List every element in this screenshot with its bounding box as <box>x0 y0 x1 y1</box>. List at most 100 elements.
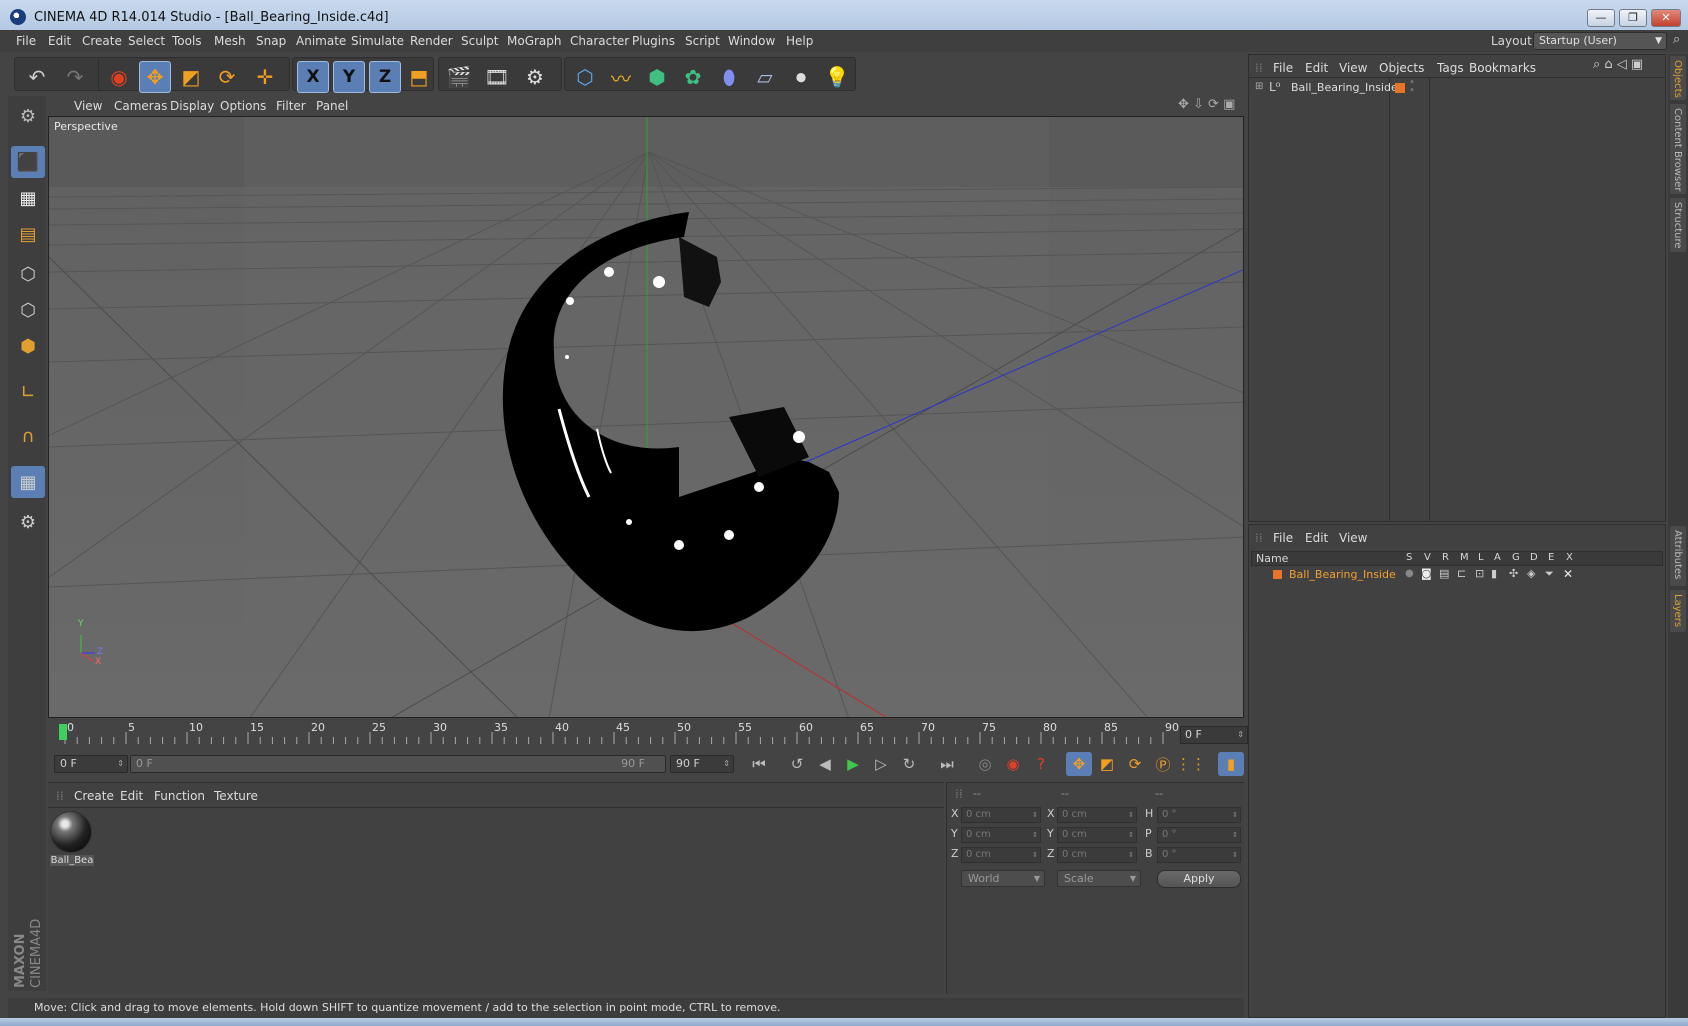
viewport-menu-filter[interactable]: Filter <box>276 99 306 113</box>
move-tool-icon[interactable]: ✥ <box>139 61 171 93</box>
deformers-toggle-icon[interactable]: ◈ <box>1527 567 1535 580</box>
render-view-icon[interactable]: 🎬 <box>443 61 475 93</box>
keyframe-selection-icon[interactable]: ? <box>1028 752 1054 776</box>
material-menu-create[interactable]: Create <box>74 789 114 803</box>
next-frame-icon[interactable]: ▷ <box>868 752 894 776</box>
solo-toggle-icon[interactable]: ● <box>1405 568 1414 579</box>
pos-y-field[interactable]: 0 cm ⇕ <box>961 827 1041 843</box>
floor-icon[interactable]: ▱ <box>749 61 781 93</box>
workplane-mode-icon[interactable]: ▤ <box>11 218 45 250</box>
record-parameter-icon[interactable]: Ⓟ <box>1150 752 1176 776</box>
object-menu-objects[interactable]: Objects <box>1379 61 1424 75</box>
column-name[interactable]: Name <box>1256 552 1288 565</box>
viewport-menu-panel[interactable]: Panel <box>316 99 348 113</box>
live-selection-icon[interactable]: ◉ <box>103 61 135 93</box>
search-icon[interactable]: ⌕ <box>1673 32 1680 47</box>
record-pla-icon[interactable]: ⋮⋮ <box>1176 752 1206 776</box>
range-slider[interactable]: 0 F 90 F <box>130 755 666 773</box>
render-picture-viewer-icon[interactable]: 🎞 <box>481 61 513 93</box>
scale-tool-icon[interactable]: ◩ <box>175 61 207 93</box>
menu-mograph[interactable]: MoGraph <box>507 34 562 48</box>
tab-objects[interactable]: Objects <box>1670 56 1686 100</box>
record-scale-icon[interactable]: ◩ <box>1094 752 1120 776</box>
viewport-menu-view[interactable]: View <box>74 99 102 113</box>
apply-button[interactable]: Apply <box>1157 870 1241 888</box>
viewport-menu-options[interactable]: Options <box>220 99 266 113</box>
layer-row[interactable]: Ball_Bearing_Inside ● ◙ ▤ ⊏ ⊡ ▮ ✣ ◈ ⏷ ✕ <box>1251 567 1663 583</box>
end-frame-field[interactable]: 90 F ⇕ <box>670 755 734 773</box>
menu-simulate[interactable]: Simulate <box>351 34 404 48</box>
rot-h-field[interactable]: 0 ° ⇕ <box>1157 807 1241 823</box>
expand-icon[interactable]: ⊞ <box>1255 81 1263 92</box>
rot-p-field[interactable]: 0 ° ⇕ <box>1157 827 1241 843</box>
record-rotation-icon[interactable]: ⟳ <box>1122 752 1148 776</box>
menu-plugins[interactable]: Plugins <box>632 34 675 48</box>
column-expressions[interactable]: E <box>1548 552 1554 563</box>
size-z-field[interactable]: 0 cm ⇕ <box>1057 847 1137 863</box>
camera-icon[interactable]: ⏺ <box>785 61 817 93</box>
go-to-start-icon[interactable]: ⏮ <box>746 752 772 776</box>
workplane-lock-icon[interactable]: ▦ <box>11 466 45 498</box>
menu-render[interactable]: Render <box>410 34 453 48</box>
viewport-menu-display[interactable]: Display <box>170 99 214 113</box>
rotate-tool-icon[interactable]: ⟳ <box>211 61 243 93</box>
coordinate-space-dropdown[interactable]: World ▼ <box>961 870 1045 887</box>
layer-menu-file[interactable]: File <box>1273 531 1293 545</box>
render-settings-icon[interactable]: ⚙ <box>519 61 551 93</box>
axis-mode-icon[interactable]: ∟ <box>11 376 45 408</box>
coordinate-system-icon[interactable]: ⬒ <box>403 61 435 93</box>
layer-menu-view[interactable]: View <box>1339 531 1367 545</box>
previous-frame-icon[interactable]: ◀ <box>812 752 838 776</box>
column-solo[interactable]: S <box>1406 552 1412 563</box>
timeline-window-icon[interactable]: ▮ <box>1218 752 1244 776</box>
menu-snap[interactable]: Snap <box>256 34 286 48</box>
start-frame-field[interactable]: 0 F ⇕ <box>54 755 128 773</box>
camera-label[interactable]: Perspective <box>51 119 121 134</box>
column-manager[interactable]: M <box>1460 552 1469 563</box>
go-to-next-key-icon[interactable]: ↻ <box>896 752 922 776</box>
make-editable-icon[interactable]: ⚙ <box>11 100 45 132</box>
column-deformers[interactable]: D <box>1530 552 1538 563</box>
close-button[interactable]: ✕ <box>1651 9 1681 27</box>
size-x-field[interactable]: 0 cm ⇕ <box>1057 807 1137 823</box>
menu-mesh[interactable]: Mesh <box>214 34 246 48</box>
column-xrefs[interactable]: X <box>1566 552 1573 563</box>
menu-window[interactable]: Window <box>728 34 775 48</box>
layer-menu-edit[interactable]: Edit <box>1305 531 1328 545</box>
tab-layers[interactable]: Layers <box>1670 590 1686 632</box>
deformer-icon[interactable]: ⬮ <box>713 61 745 93</box>
recent-tool-icon[interactable]: ✛ <box>249 61 281 93</box>
3d-viewport[interactable]: Perspective Y Z X <box>48 116 1244 718</box>
menu-file[interactable]: File <box>16 34 36 48</box>
spline-pen-icon[interactable]: 〰 <box>605 61 637 93</box>
current-frame-field[interactable]: 0 F ⇕ <box>1180 726 1248 744</box>
undo-icon[interactable]: ↶ <box>21 61 53 93</box>
redo-icon[interactable]: ↷ <box>59 61 91 93</box>
timeline-ruler[interactable]: 0 5 10 15 20 25 30 35 40 45 50 55 60 65 70 75 80 85 90 <box>48 720 1244 748</box>
object-menu-file[interactable]: File <box>1273 61 1293 75</box>
animation-toggle-icon[interactable]: ▮ <box>1491 567 1497 580</box>
play-icon[interactable]: ▶ <box>840 752 866 776</box>
menu-character[interactable]: Character <box>570 34 629 48</box>
expressions-toggle-icon[interactable]: ⏷ <box>1545 567 1554 581</box>
xrefs-toggle-icon[interactable]: ✕ <box>1563 567 1573 581</box>
record-position-icon[interactable]: ✥ <box>1066 752 1092 776</box>
object-menu-bookmarks[interactable]: Bookmarks <box>1469 61 1536 75</box>
object-menu-edit[interactable]: Edit <box>1305 61 1328 75</box>
column-generators[interactable]: G <box>1512 552 1520 563</box>
menu-tools[interactable]: Tools <box>172 34 202 48</box>
object-menu-view[interactable]: View <box>1339 61 1367 75</box>
cube-icon[interactable]: ⬡ <box>569 61 601 93</box>
viewport-nav-icons[interactable]: ✥ ⇩ ⟳ ▣ <box>1178 97 1235 112</box>
tab-structure[interactable]: Structure <box>1670 198 1686 252</box>
visibility-dots-icon[interactable]: • • <box>1409 78 1415 96</box>
snap-settings-icon[interactable]: ⚙ <box>11 506 45 538</box>
object-menu-tags[interactable]: Tags <box>1437 61 1464 75</box>
record-active-objects-icon[interactable]: ◎ <box>972 752 998 776</box>
magnet-icon[interactable]: ∩ <box>11 420 45 452</box>
menu-select[interactable]: Select <box>128 34 165 48</box>
pos-x-field[interactable]: 0 cm ⇕ <box>961 807 1041 823</box>
go-to-end-icon[interactable]: ⏭ <box>934 752 960 776</box>
minimize-button[interactable]: — <box>1587 9 1615 27</box>
edges-mode-icon[interactable]: ⬡ <box>11 294 45 326</box>
